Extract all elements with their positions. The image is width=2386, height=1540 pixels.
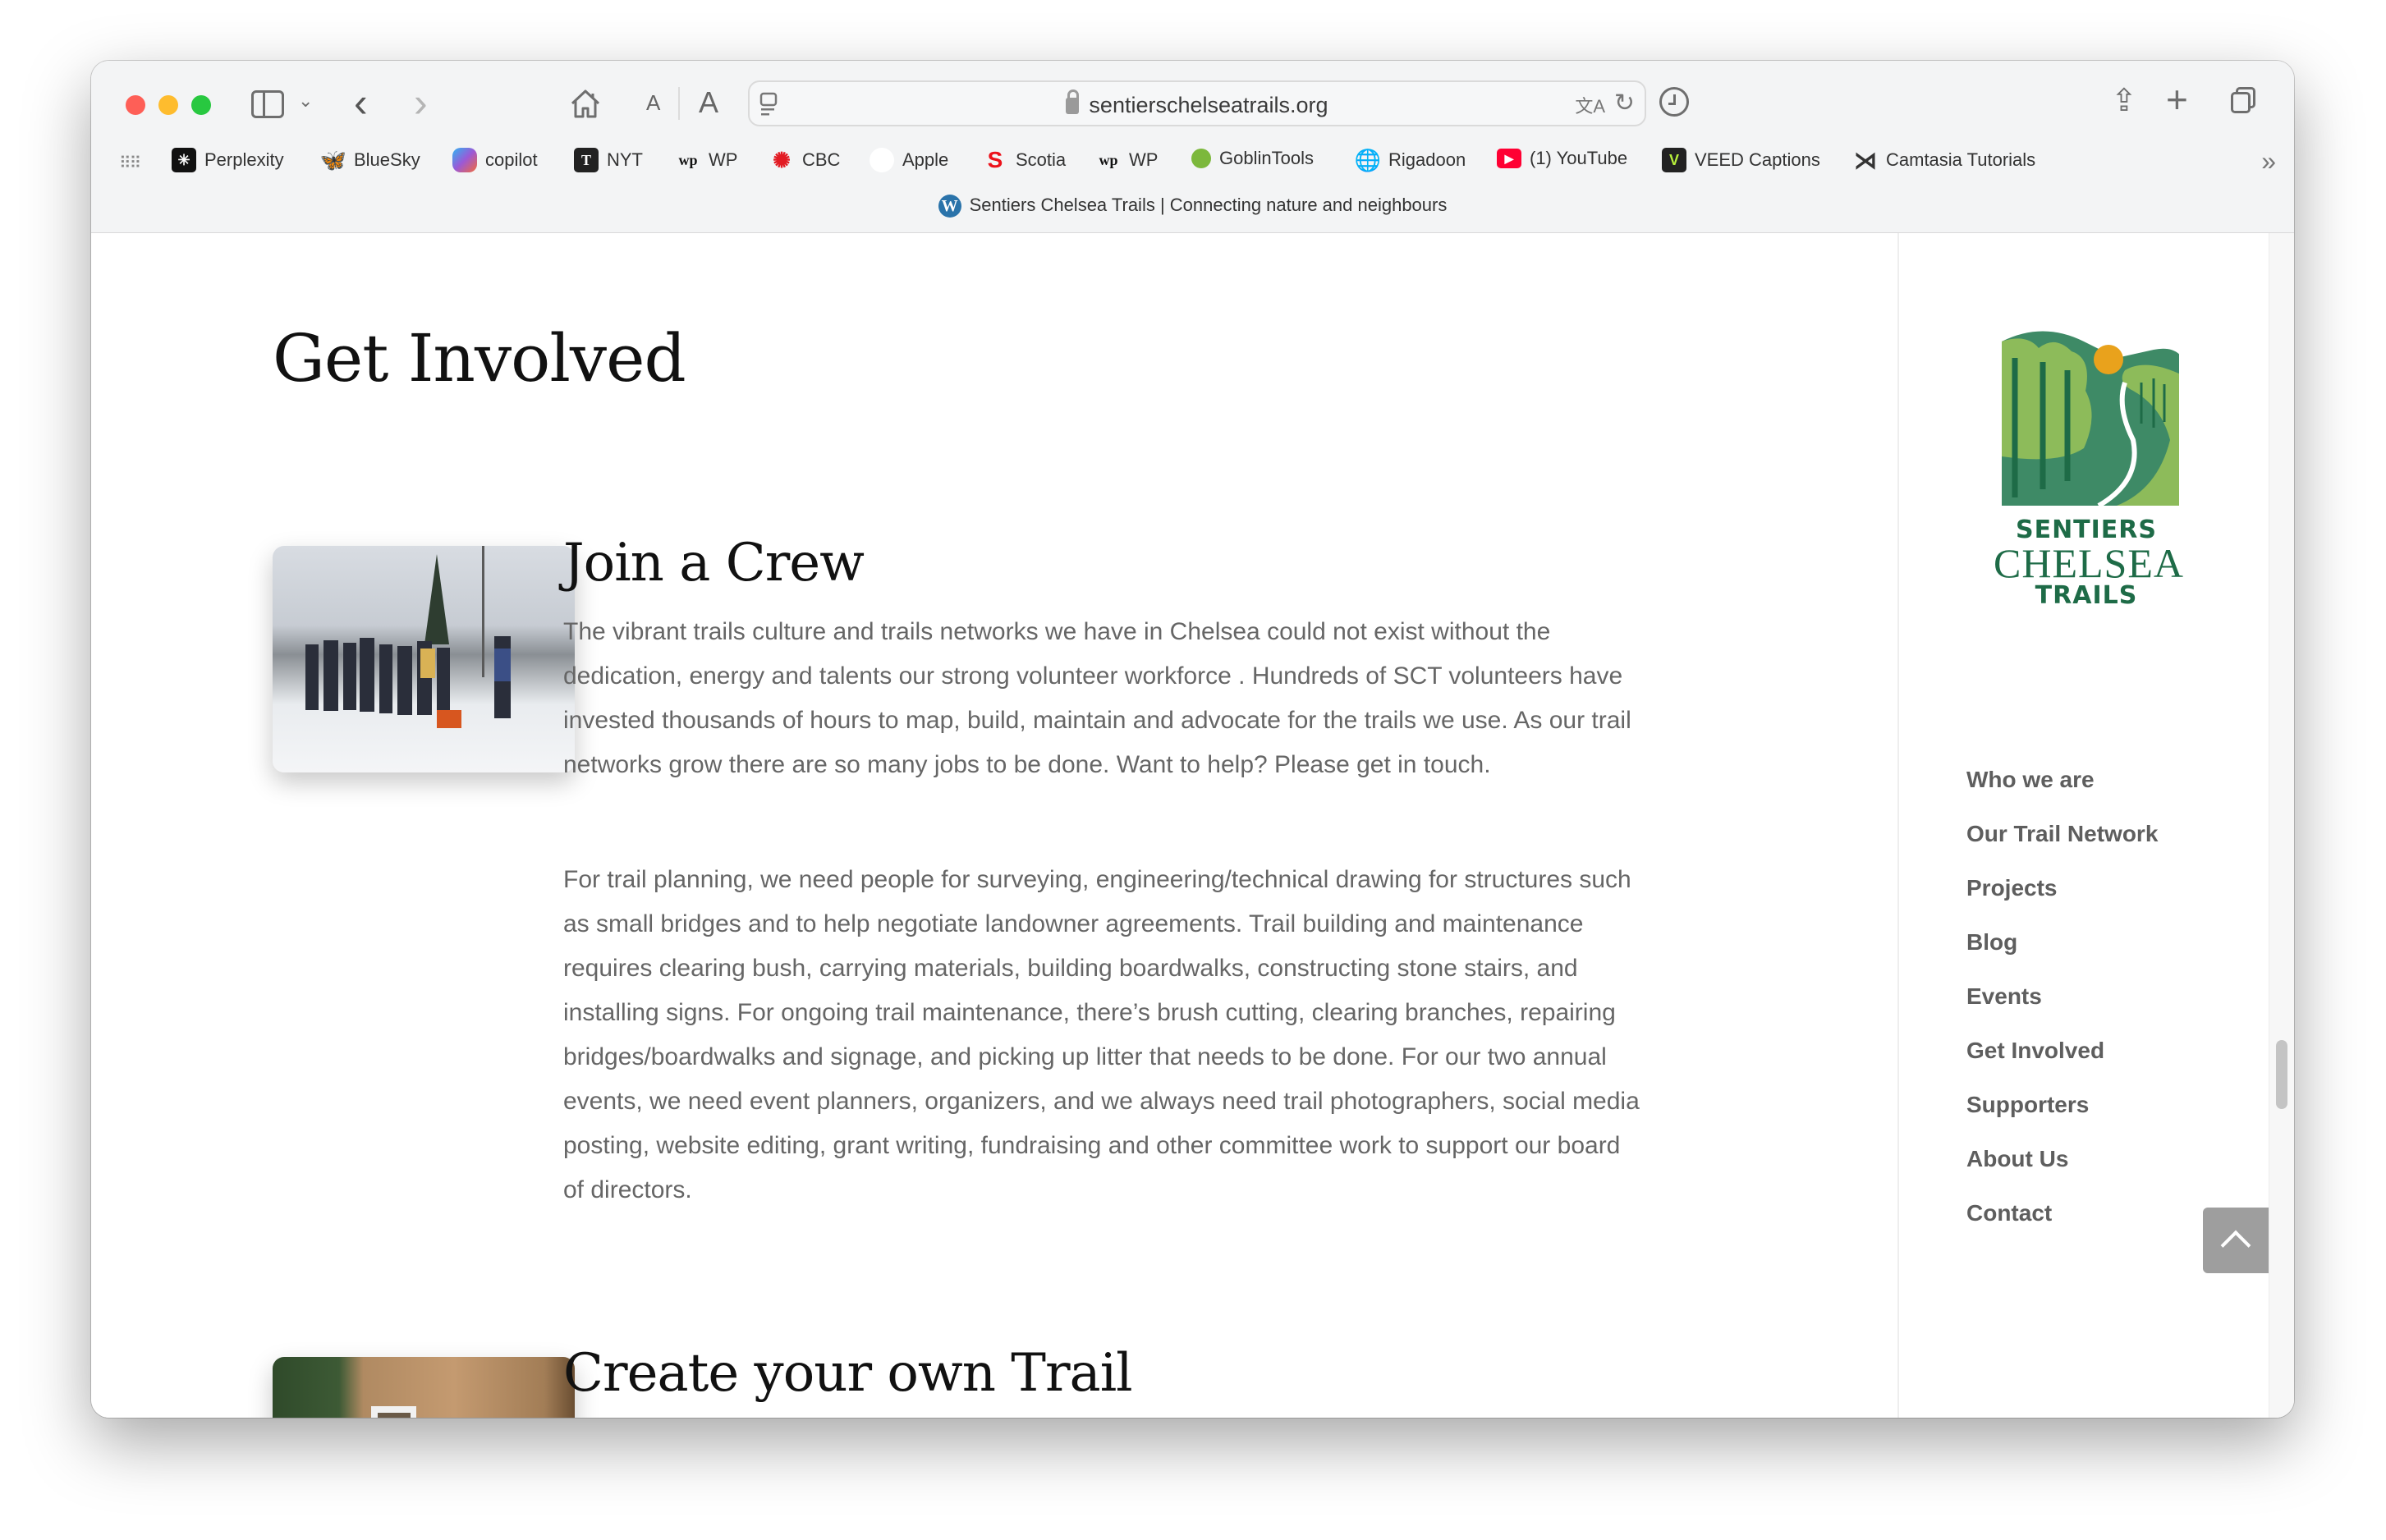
divider [678,87,680,120]
wordpress-icon: W [938,195,961,218]
page-title: Get Involved [273,320,686,396]
bookmark-goblintools[interactable]: GoblinTools [1191,148,1314,169]
close-window-button[interactable] [126,95,145,115]
bookmark-cbc[interactable]: ✺ CBC [769,148,840,172]
scrollbar-thumb[interactable] [2276,1040,2287,1109]
page-content: Get Involved Join a Crew The vibrant tra… [91,233,2294,1418]
youtube-icon: ▶ [1497,149,1521,168]
increase-font-button[interactable]: A [699,85,718,120]
nav-projects[interactable]: Projects [1966,875,2158,929]
tab-overview-icon[interactable] [2231,87,2255,115]
site-logo[interactable]: SENTIERS CHELSEA TRAILS [1994,325,2184,610]
sidebar-nav: Who we are Our Trail Network Projects Bl… [1966,767,2158,1254]
logo-sentiers: SENTIERS [2015,516,2158,544]
zoom-window-button[interactable] [191,95,211,115]
scrollbar[interactable] [2269,233,2294,1418]
bookmarks-bar: ⠿⠿ ✳ Perplexity 🦋 BlueSky copilot T NYT wp W… [91,143,2294,179]
bookmark-rigadoon[interactable]: 🌐 Rigadoon [1354,147,1466,172]
bookmark-copilot[interactable]: copilot [452,148,538,172]
active-tab[interactable]: W Sentiers Chelsea Trails | Connecting na… [91,195,2294,218]
bookmark-bluesky[interactable]: 🦋 BlueSky [319,147,420,172]
home-icon[interactable] [566,84,605,123]
perplexity-icon: ✳ [172,148,196,172]
history-icon[interactable] [1659,87,1689,117]
bluesky-icon: 🦋 [319,147,347,172]
veed-icon: V [1662,148,1686,172]
address-bar[interactable]: sentierschelseatrails.org 文A ↻ [748,80,1646,126]
join-crew-paragraph-2: For trail planning, we need people for s… [563,866,1640,1203]
nyt-icon: T [574,148,599,172]
join-crew-photo [273,546,575,772]
browser-chrome: ⌄ ‹ › A A sentierschelseatrails.org 文A ↻… [91,61,2294,233]
logo-graphic [2002,331,2182,508]
back-button[interactable]: ‹ [354,79,368,126]
cbc-icon: ✺ [773,147,791,172]
new-tab-icon[interactable]: + [2166,77,2188,121]
apple-icon [870,148,894,172]
camtasia-icon: ⋊ [1854,147,1877,173]
nav-events[interactable]: Events [1966,983,2158,1038]
reload-icon[interactable]: ↻ [1614,89,1635,117]
nav-supporters[interactable]: Supporters [1966,1092,2158,1146]
browser-window: ⌄ ‹ › A A sentierschelseatrails.org 文A ↻… [91,61,2294,1418]
create-trail-heading: Create your own Trail [563,1343,1133,1404]
bookmark-camtasia[interactable]: ⋊ Camtasia Tutorials [1853,147,2035,173]
bookmark-wp[interactable]: wp WP [676,148,737,172]
back-to-top-button[interactable] [2203,1208,2269,1273]
bookmark-veed[interactable]: V VEED Captions [1662,148,1820,172]
more-bookmarks-icon[interactable]: » [2261,146,2276,176]
create-trail-photo [273,1357,575,1418]
nav-contact[interactable]: Contact [1966,1200,2158,1254]
scotia-icon: S [987,147,1003,172]
decrease-font-button[interactable]: A [646,90,660,116]
washington-post-icon: wp [678,151,698,168]
chevron-up-icon [2220,1230,2251,1261]
globe-icon: 🌐 [1354,147,1382,172]
minimize-window-button[interactable] [158,95,178,115]
bookmark-nyt[interactable]: T NYT [574,148,643,172]
lock-icon [1066,89,1080,114]
bookmark-perplexity[interactable]: ✳ Perplexity [172,148,284,172]
join-crew-paragraph-1: The vibrant trails culture and trails ne… [563,618,1631,778]
url-text[interactable]: sentierschelseatrails.org [1089,93,1328,117]
bookmark-wp-2[interactable]: wp WP [1096,148,1158,172]
nav-blog[interactable]: Blog [1966,929,2158,983]
apps-grid-icon[interactable]: ⠿⠿ [119,153,141,173]
goblin-icon [1191,149,1211,168]
chevron-down-icon[interactable]: ⌄ [298,90,313,112]
nav-who-we-are[interactable]: Who we are [1966,767,2158,821]
translate-icon[interactable]: 文A [1575,92,1605,118]
bookmark-scotia[interactable]: S Scotia [983,147,1067,172]
nav-about-us[interactable]: About Us [1966,1146,2158,1200]
logo-chelsea: CHELSEA [1994,540,2184,586]
nav-get-involved[interactable]: Get Involved [1966,1038,2158,1092]
share-icon[interactable]: ⇪ [2111,82,2137,119]
logo-trails: TRAILS [2035,581,2138,610]
bookmark-apple[interactable]: Apple [870,148,948,172]
forward-button[interactable]: › [414,79,428,126]
nav-our-trail-network[interactable]: Our Trail Network [1966,821,2158,875]
washington-post-icon: wp [1099,151,1118,168]
copilot-icon [452,148,477,172]
join-crew-heading: Join a Crew [563,533,865,594]
sidebar-toggle-icon[interactable] [251,90,284,118]
bookmark-youtube[interactable]: ▶ (1) YouTube [1497,148,1627,169]
